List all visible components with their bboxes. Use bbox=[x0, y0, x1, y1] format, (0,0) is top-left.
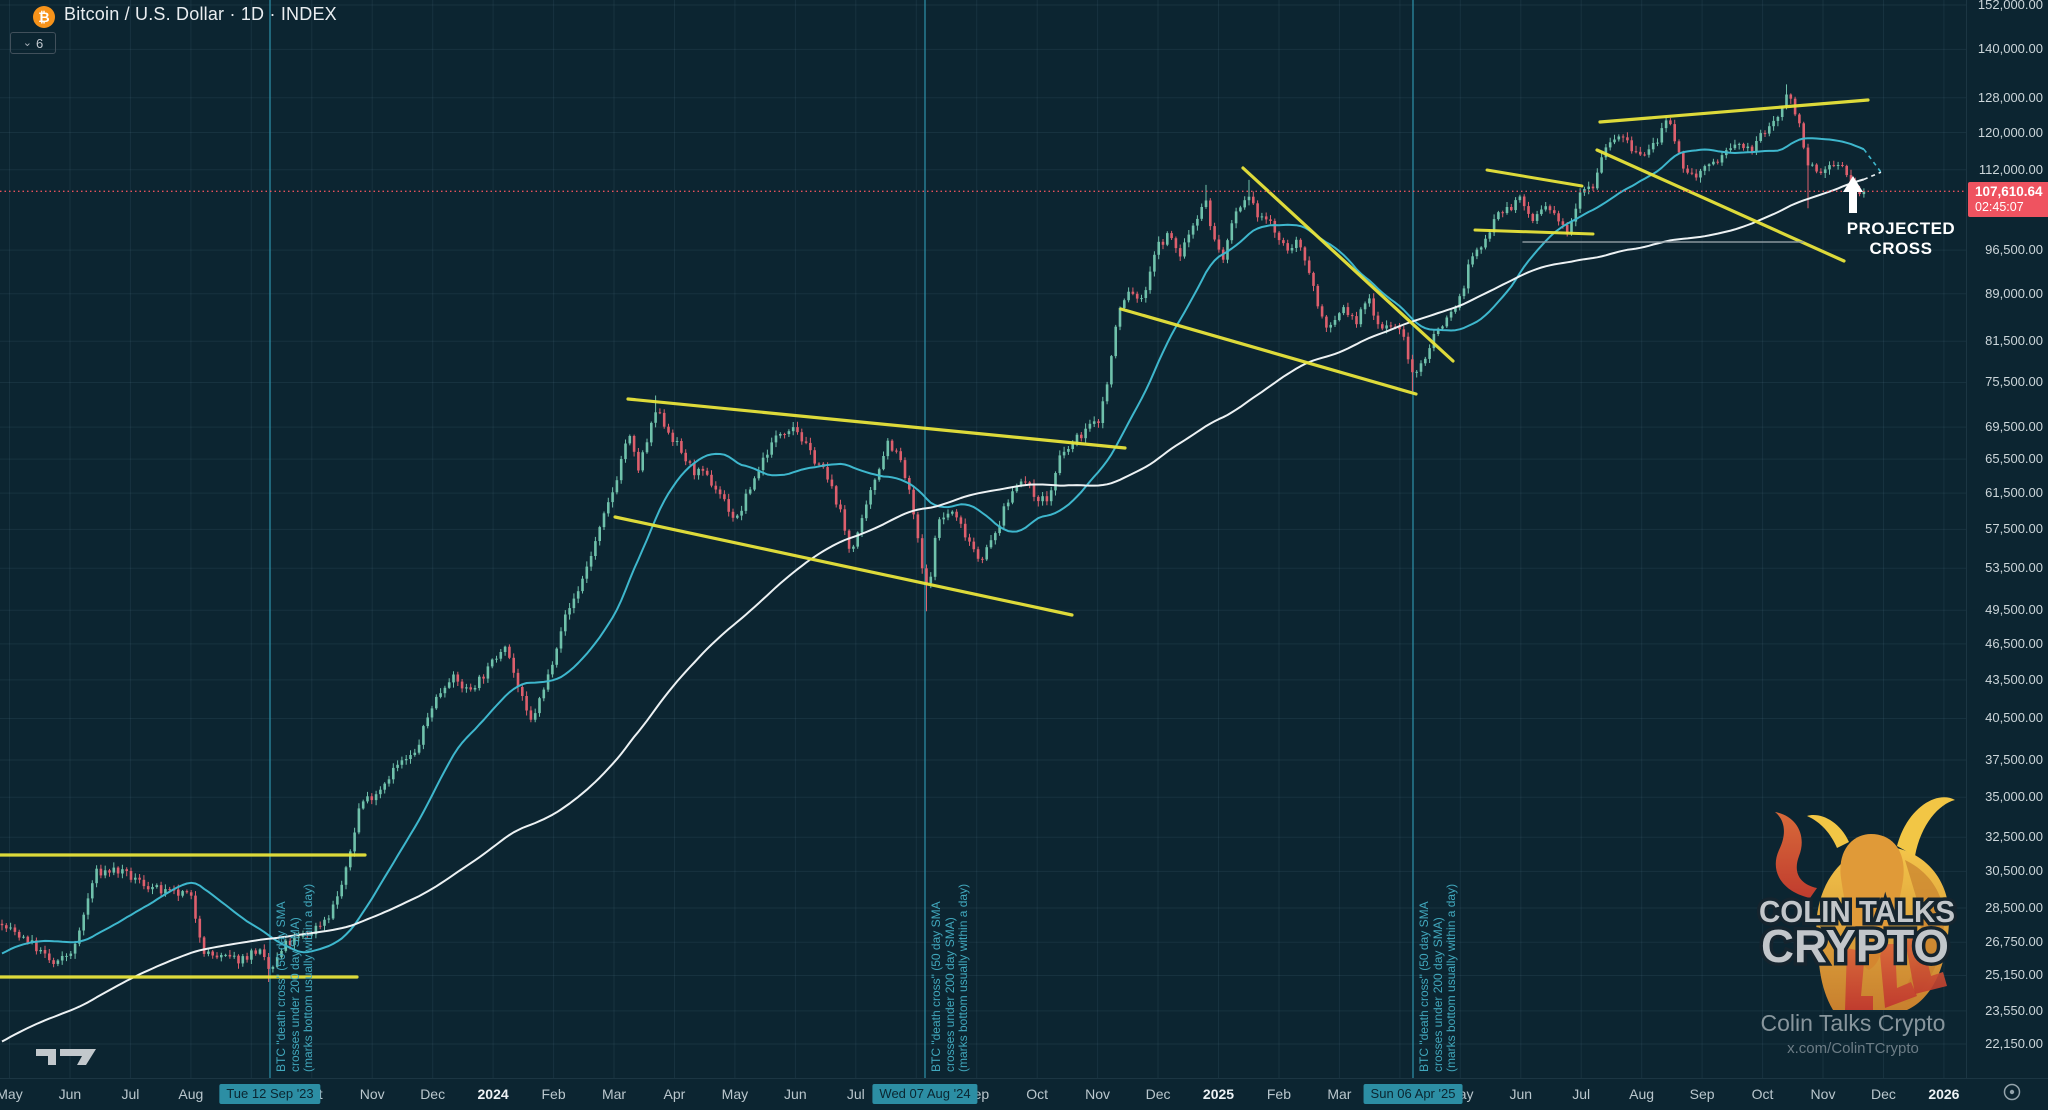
symbol-title[interactable]: Bitcoin / U.S. Dollar · 1D · INDEX bbox=[64, 4, 337, 25]
month-label: Oct bbox=[1752, 1086, 1774, 1102]
event-date-badge: Tue 12 Sep '23 bbox=[219, 1084, 320, 1104]
month-label: Jul bbox=[1572, 1086, 1590, 1102]
trendline-mini-top-mid-2025 bbox=[1487, 170, 1582, 186]
price-tick-label: 96,500.00 bbox=[1969, 242, 2043, 258]
price-tick-label: 140,000.00 bbox=[1969, 41, 2043, 57]
price-tick-label: 23,550.00 bbox=[1969, 1003, 2043, 1019]
month-label: Jun bbox=[59, 1086, 82, 1102]
trendline-mini-bottom-mid-2025 bbox=[1475, 230, 1593, 234]
month-label: Nov bbox=[1085, 1086, 1110, 1102]
death-cross-note: BTC "death cross" (50 day SMAcrosses und… bbox=[930, 884, 971, 1072]
projected-cross-label: PROJECTED CROSS bbox=[1841, 219, 1961, 259]
colin-talks-crypto-logo: COLIN TALKS CRYPTO bbox=[1755, 780, 1960, 1020]
price-tick-label: 28,500.00 bbox=[1969, 900, 2043, 916]
trendline-channel-bottom-2024 bbox=[615, 517, 1072, 615]
price-tick-label: 152,000.00 bbox=[1969, 0, 2043, 13]
price-tick-label: 128,000.00 bbox=[1969, 90, 2043, 106]
price-tick-label: 26,750.00 bbox=[1969, 934, 2043, 950]
month-label: Dec bbox=[420, 1086, 445, 1102]
candles bbox=[1, 84, 1866, 982]
month-label: 2024 bbox=[478, 1086, 509, 1102]
price-tick-label: 120,000.00 bbox=[1969, 125, 2043, 141]
death-cross-event-lines bbox=[270, 0, 1413, 1078]
month-label: Jul bbox=[121, 1086, 139, 1102]
chevron-down-icon: ⌄ bbox=[23, 38, 32, 48]
sma-line bbox=[2, 138, 1864, 953]
watermark-handle: x.com/ColinTCrypto bbox=[1750, 1040, 1956, 1057]
price-tick-label: 40,500.00 bbox=[1969, 710, 2043, 726]
price-tick-label: 65,500.00 bbox=[1969, 451, 2043, 467]
price-tick-label: 46,500.00 bbox=[1969, 636, 2043, 652]
month-label: Jun bbox=[784, 1086, 807, 1102]
month-label: Jul bbox=[847, 1086, 865, 1102]
sma-projection-dashed bbox=[1864, 149, 1881, 172]
month-label: Apr bbox=[664, 1086, 686, 1102]
trendline-channel-top-2024 bbox=[628, 399, 1125, 448]
price-tick-label: 61,500.00 bbox=[1969, 485, 2043, 501]
price-tick-label: 53,500.00 bbox=[1969, 560, 2043, 576]
month-label: Dec bbox=[1871, 1086, 1896, 1102]
indicator-count-toggle[interactable]: ⌄ 6 bbox=[10, 32, 56, 54]
bar-countdown: 02:45:07 bbox=[1975, 200, 2048, 214]
month-label: May bbox=[0, 1086, 23, 1102]
price-tick-label: 35,000.00 bbox=[1969, 789, 2043, 805]
month-label: Feb bbox=[541, 1086, 565, 1102]
month-label: Jun bbox=[1509, 1086, 1532, 1102]
death-cross-note: BTC "death cross" (50 day SMAcrosses und… bbox=[1418, 884, 1459, 1072]
price-tick-label: 43,500.00 bbox=[1969, 672, 2043, 688]
trendline-rising-top-late-2025 bbox=[1600, 100, 1868, 122]
trendline-shallow-downtrend-2025 bbox=[1121, 309, 1416, 394]
last-price-badge: 107,610.64 02:45:07 bbox=[1968, 182, 2048, 217]
trendline-steep-downtrend-2025 bbox=[1243, 168, 1453, 361]
projected-cross-arrow bbox=[1840, 170, 1870, 220]
price-tick-label: 75,500.00 bbox=[1969, 374, 2043, 390]
price-tick-label: 57,500.00 bbox=[1969, 521, 2043, 537]
tradingview-logo[interactable] bbox=[33, 1040, 123, 1070]
price-tick-label: 25,150.00 bbox=[1969, 967, 2043, 983]
tradingview-chart-window: ₿ Bitcoin / U.S. Dollar · 1D · INDEX ⌄ 6… bbox=[0, 0, 2048, 1110]
month-label: Mar bbox=[1327, 1086, 1351, 1102]
indicator-count: 6 bbox=[36, 36, 43, 51]
month-label: Mar bbox=[602, 1086, 626, 1102]
settings-icon bbox=[2001, 1081, 2023, 1103]
death-cross-note: BTC "death cross" (50 day SMAcrosses und… bbox=[275, 884, 316, 1072]
price-tick-label: 49,500.00 bbox=[1969, 602, 2043, 618]
month-label: May bbox=[722, 1086, 748, 1102]
price-tick-label: 22,150.00 bbox=[1969, 1036, 2043, 1052]
price-tick-label: 89,000.00 bbox=[1969, 286, 2043, 302]
price-tick-label: 112,000.00 bbox=[1969, 162, 2043, 178]
month-label: Aug bbox=[178, 1086, 203, 1102]
price-axis[interactable]: 107,610.64 02:45:07 152,000.00 140,000.00… bbox=[1966, 0, 2048, 1078]
month-label: 2025 bbox=[1203, 1086, 1234, 1102]
month-label: Oct bbox=[1026, 1086, 1048, 1102]
month-label: 2026 bbox=[1928, 1086, 1959, 1102]
watermark-name: Colin Talks Crypto bbox=[1750, 1010, 1956, 1037]
month-label: Feb bbox=[1267, 1086, 1291, 1102]
event-date-badge: Sun 06 Apr '25 bbox=[1364, 1084, 1463, 1104]
price-tick-label: 30,500.00 bbox=[1969, 863, 2043, 879]
axis-settings-button[interactable] bbox=[1999, 1081, 2025, 1103]
month-label: Nov bbox=[1811, 1086, 1836, 1102]
price-tick-label: 37,500.00 bbox=[1969, 752, 2043, 768]
price-tick-label: 32,500.00 bbox=[1969, 829, 2043, 845]
month-label: Aug bbox=[1629, 1086, 1654, 1102]
price-tick-label: 69,500.00 bbox=[1969, 419, 2043, 435]
time-axis[interactable]: May Jun Jul Aug Sep Oct Nov Dec 2024 Feb Mar Apr May… bbox=[0, 1078, 2048, 1110]
last-price-value: 107,610.64 bbox=[1975, 184, 2048, 200]
price-tick-label: 81,500.00 bbox=[1969, 333, 2043, 349]
month-label: Nov bbox=[360, 1086, 385, 1102]
event-date-badge: Wed 07 Aug '24 bbox=[872, 1084, 977, 1104]
watermark-line2: CRYPTO bbox=[1761, 920, 1949, 972]
month-label: Dec bbox=[1146, 1086, 1171, 1102]
month-label: Sep bbox=[1690, 1086, 1715, 1102]
trendline-falling-low-late-2025 bbox=[1597, 150, 1844, 261]
bitcoin-icon: ₿ bbox=[33, 6, 55, 28]
